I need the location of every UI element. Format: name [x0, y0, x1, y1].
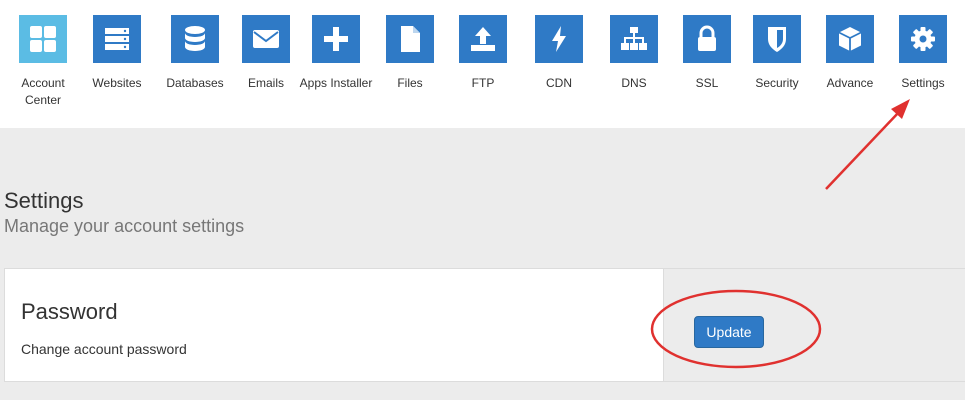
nav-item-settings[interactable]: Settings	[886, 15, 960, 92]
password-panel-title: Password	[21, 299, 118, 324]
plus-icon	[312, 15, 360, 63]
nav-label: SSL	[695, 76, 719, 90]
password-panel: Password Change account password	[4, 268, 664, 382]
nav-item-websites[interactable]: Websites	[80, 15, 154, 92]
nav-label: Emails	[247, 76, 284, 90]
nav-label: Advance	[826, 76, 874, 90]
top-nav-bar: Account Center Websites Databases Emails…	[0, 0, 965, 128]
nav-label: FTP	[471, 76, 495, 90]
update-password-button[interactable]: Update	[694, 316, 764, 348]
nav-label: Apps Installer	[299, 76, 373, 90]
nav-item-advance[interactable]: Advance	[813, 15, 887, 92]
upload-icon	[459, 15, 507, 63]
server-icon	[93, 15, 141, 63]
nav-item-emails[interactable]: Emails	[229, 15, 303, 92]
nav-item-databases[interactable]: Databases	[158, 15, 232, 92]
nav-label: Databases	[166, 76, 224, 90]
nav-item-files[interactable]: Files	[373, 15, 447, 92]
bolt-icon	[535, 15, 583, 63]
nav-item-ftp[interactable]: FTP	[446, 15, 520, 92]
nav-label: Account Center	[21, 76, 65, 107]
gear-icon	[899, 15, 947, 63]
grid-icon	[19, 15, 67, 63]
lock-icon	[683, 15, 731, 63]
nav-item-apps-installer[interactable]: Apps Installer	[299, 15, 373, 92]
nav-label: CDN	[546, 76, 572, 90]
file-icon	[386, 15, 434, 63]
database-icon	[171, 15, 219, 63]
envelope-icon	[242, 15, 290, 63]
password-panel-description: Change account password	[21, 341, 187, 357]
nav-label: Security	[755, 76, 799, 90]
nav-item-security[interactable]: Security	[740, 15, 814, 92]
nav-item-cdn[interactable]: CDN	[522, 15, 596, 92]
nav-label: DNS	[621, 76, 647, 90]
sitemap-icon	[610, 15, 658, 63]
nav-label: Websites	[92, 76, 142, 90]
nav-item-account-center[interactable]: Account Center	[6, 15, 80, 109]
page-title: Settings	[4, 188, 84, 213]
page-subtitle: Manage your account settings	[4, 216, 245, 236]
nav-label: Files	[397, 76, 423, 90]
shield-icon	[753, 15, 801, 63]
cube-icon	[826, 15, 874, 63]
nav-item-ssl[interactable]: SSL	[670, 15, 744, 92]
nav-item-dns[interactable]: DNS	[597, 15, 671, 92]
nav-label: Settings	[901, 76, 945, 90]
